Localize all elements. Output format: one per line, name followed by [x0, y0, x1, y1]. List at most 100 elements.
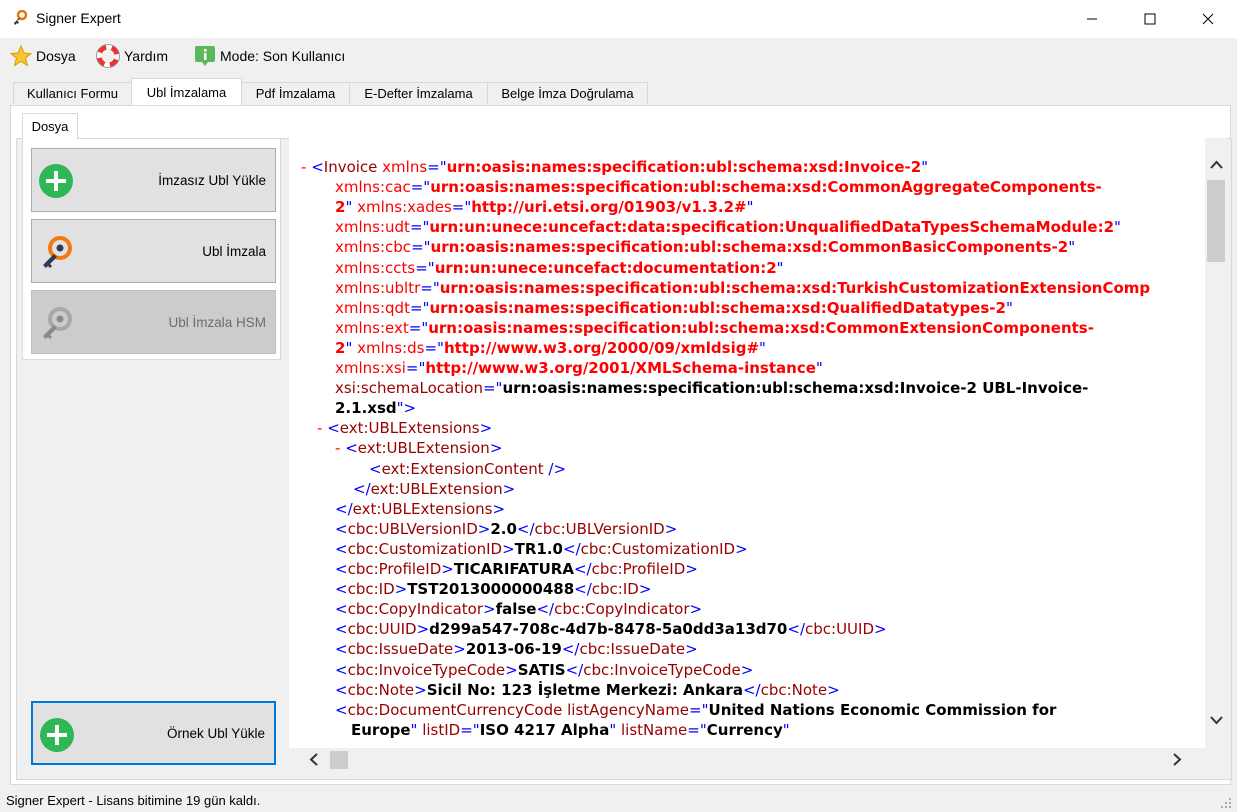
- xml-line: <cbc:Note>Sicil No: 123 İşletme Merkezi:…: [335, 680, 840, 700]
- xml-token: =": [408, 318, 429, 337]
- xml-token: =": [427, 158, 447, 176]
- minimize-button[interactable]: [1063, 0, 1121, 38]
- xml-token: >: [740, 660, 754, 679]
- horizontal-scroll-thumb[interactable]: [330, 751, 348, 769]
- xml-token: urn:oasis:names:specification:ubl:schema…: [439, 278, 1151, 297]
- xml-token: Sicil No: 123 İşletme Merkezi: Ankara: [426, 680, 743, 699]
- xml-token: ": [776, 258, 784, 277]
- xml-token: xmlns:ubltr: [335, 278, 421, 297]
- xml-token: ext:UBLExtensions: [339, 419, 480, 438]
- xml-token: >: [394, 580, 408, 599]
- xml-token: 2.0: [490, 519, 517, 538]
- xml-token: cbc:DocumentCurrencyCode: [347, 700, 568, 719]
- title-bar: Signer Expert: [0, 0, 1237, 38]
- xml-token: urn:oasis:names:specification:ubl:schema…: [428, 318, 1094, 337]
- tab-belge-imza-dogrulama[interactable]: Belge İmza Doğrulama: [487, 82, 648, 104]
- ornek-ubl-yukle-button[interactable]: Örnek Ubl Yükle: [31, 701, 276, 765]
- menu-dosya[interactable]: Dosya: [10, 44, 76, 68]
- xml-viewer[interactable]: - <Invoice xmlns="urn:oasis:names:specif…: [289, 138, 1205, 748]
- xml-token: cbc:InvoiceTypeCode: [347, 660, 506, 679]
- xml-token: =": [687, 720, 707, 739]
- xml-token: </: [787, 620, 805, 639]
- xml-line: <cbc:CustomizationID>TR1.0</cbc:Customiz…: [335, 539, 748, 559]
- menu-mode[interactable]: Mode: Son Kullanıcı: [194, 44, 345, 68]
- maximize-button[interactable]: [1121, 0, 1179, 38]
- subtab-dosya[interactable]: Dosya: [22, 113, 78, 139]
- xml-token: </: [742, 680, 761, 699]
- tab-ubl-imzalama[interactable]: Ubl İmzalama: [131, 78, 242, 105]
- xml-token: =": [409, 298, 430, 317]
- xml-token: xsi:schemaLocation: [335, 379, 483, 398]
- xml-token: cbc:ID: [591, 580, 639, 599]
- ubl-imzala-button[interactable]: Ubl İmzala: [31, 219, 276, 283]
- xml-line: xmlns:cbc="urn:oasis:names:specification…: [335, 237, 1075, 257]
- xml-token: >: [638, 580, 652, 599]
- resize-grip-icon[interactable]: [1220, 797, 1232, 809]
- imzasiz-ubl-yukle-button[interactable]: İmzasız Ubl Yükle: [31, 148, 276, 212]
- xml-token: ext:UBLExtension: [357, 439, 490, 458]
- xml-token: >: [502, 539, 515, 558]
- xml-token: 2: [335, 338, 346, 357]
- xml-token: -: [317, 419, 328, 438]
- xml-token: xmlns:ds: [357, 338, 425, 357]
- xml-token: United Nations Economic Commission for: [708, 700, 1057, 719]
- ubl-imzala-label: Ubl İmzala: [202, 243, 266, 259]
- chevron-down-icon[interactable]: [1210, 716, 1223, 725]
- xml-token: >: [502, 479, 516, 498]
- plus-circle-icon: [40, 718, 74, 752]
- xml-line: <ext:ExtensionContent />: [369, 459, 566, 479]
- xml-token: >: [489, 439, 503, 458]
- vertical-scroll-thumb[interactable]: [1207, 180, 1225, 262]
- xml-token: SATIS: [517, 660, 566, 679]
- xml-token: ext:ExtensionContent: [381, 459, 549, 478]
- xml-token: ": [746, 198, 754, 217]
- xml-line: xsi:schemaLocation="urn:oasis:names:spec…: [335, 378, 1088, 398]
- ubl-imzala-hsm-button[interactable]: Ubl İmzala HSM: [31, 290, 276, 354]
- tab-edefter-imzalama[interactable]: E-Defter İmzalama: [349, 82, 488, 104]
- xml-token: ": [1005, 298, 1013, 317]
- xml-token: >: [416, 620, 430, 639]
- xml-line: <cbc:DocumentCurrencyCode listAgencyName…: [335, 700, 1056, 720]
- menu-yardim[interactable]: Yardım: [96, 44, 168, 68]
- xml-token: xmlns:ccts: [335, 258, 416, 277]
- close-button[interactable]: [1179, 0, 1237, 38]
- xml-token: urn:un:unece:uncefact:documentation:2: [434, 258, 777, 277]
- window-title: Signer Expert: [36, 10, 121, 26]
- plus-circle-icon: [39, 164, 73, 198]
- chevron-left-icon[interactable]: [309, 753, 318, 766]
- xml-token: urn:un:unece:uncefact:data:specification…: [429, 218, 1115, 237]
- xml-token: <: [335, 620, 348, 639]
- xml-token: >: [492, 499, 506, 518]
- xml-token: cbc:CopyIndicator: [347, 600, 483, 619]
- chevron-up-icon[interactable]: [1210, 160, 1223, 169]
- xml-token: ": [345, 338, 358, 357]
- xml-token: ": [410, 720, 423, 739]
- xml-token: urn:oasis:names:specification:ubl:schema…: [429, 298, 1006, 317]
- chevron-right-icon[interactable]: [1173, 753, 1182, 766]
- xml-token: <: [335, 560, 348, 578]
- xml-token: ": [345, 198, 358, 217]
- horizontal-scrollbar[interactable]: [289, 748, 1227, 772]
- xml-token: cbc:Note: [760, 680, 828, 699]
- key-icon: [43, 236, 72, 268]
- xml-token: =": [415, 258, 435, 277]
- xml-token: cbc:UBLVersionID: [534, 519, 665, 538]
- tab-label: E-Defter İmzalama: [364, 86, 473, 101]
- tab-pdf-imzalama[interactable]: Pdf İmzalama: [241, 82, 350, 104]
- key-icon: [14, 10, 28, 25]
- xml-line: <cbc:UUID>d299a547-708c-4d7b-8478-5a0dd3…: [335, 619, 887, 639]
- menu-dosya-label: Dosya: [36, 48, 76, 64]
- xml-token: >: [482, 600, 496, 619]
- xml-token: =": [460, 720, 480, 739]
- xml-token: ": [609, 720, 621, 739]
- vertical-scrollbar[interactable]: [1205, 138, 1227, 748]
- xml-line: 2.1.xsd">: [335, 398, 416, 418]
- xml-line: <cbc:ID>TST2013000000488</cbc:ID>: [335, 579, 651, 599]
- tab-kullanici-formu[interactable]: Kullanıcı Formu: [13, 82, 132, 104]
- xml-token: cbc:UUID: [805, 620, 875, 639]
- menu-mode-label: Mode: Son Kullanıcı: [220, 48, 346, 64]
- xml-token: <: [345, 439, 358, 458]
- xml-token: cbc:IssueDate: [579, 640, 686, 659]
- xml-token: <: [335, 660, 348, 679]
- tab-label: Belge İmza Doğrulama: [501, 86, 634, 101]
